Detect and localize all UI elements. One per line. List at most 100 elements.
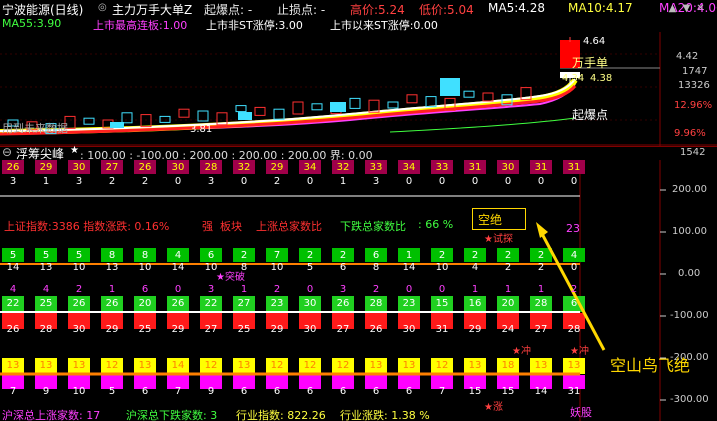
row2-value: 0 xyxy=(306,176,314,187)
row4-value: 2 xyxy=(438,250,446,261)
row2-value: 0 xyxy=(471,176,479,187)
axis-label-200: 200.00 xyxy=(672,184,707,195)
row8-value: 13 xyxy=(534,360,548,371)
row5-value: 1 xyxy=(537,284,545,295)
row4-value: 4 xyxy=(570,250,578,261)
row5-value: 4 xyxy=(42,284,50,295)
row5-value: 3 xyxy=(207,284,215,295)
row1-value: 34 xyxy=(303,162,317,173)
row6-value: 27 xyxy=(237,298,251,309)
row5-value: 1 xyxy=(108,284,116,295)
row4-value: 2 xyxy=(504,250,512,261)
row1-value: 32 xyxy=(336,162,350,173)
axis-label-minus100: -100.00 xyxy=(670,310,709,321)
kongjue-label: 空绝 xyxy=(478,213,503,227)
row4-value: 4 xyxy=(174,250,182,261)
row4-value: 2 xyxy=(240,250,248,261)
row8-value: 12 xyxy=(336,360,350,371)
row1-value: 26 xyxy=(6,162,20,173)
row8-value: 13 xyxy=(468,360,482,371)
row2-value: 0 xyxy=(504,176,512,187)
row7-value: 30 xyxy=(72,324,86,335)
row7-value: 27 xyxy=(336,324,350,335)
row7-value: 28 xyxy=(567,324,581,335)
row8-value: 12 xyxy=(270,360,284,371)
row8-value: 13 xyxy=(369,360,383,371)
row1-value: 31 xyxy=(567,162,581,173)
zhang-label: ★涨 xyxy=(484,402,503,413)
row3-value: 2 xyxy=(537,262,545,273)
row9-value: 6 xyxy=(273,386,281,397)
row6-value: 28 xyxy=(369,298,383,309)
row7-value: 31 xyxy=(435,324,449,335)
row5-value: 2 xyxy=(75,284,83,295)
row6-value: 28 xyxy=(534,298,548,309)
row9-value: 7 xyxy=(9,386,17,397)
row9-value: 9 xyxy=(42,386,50,397)
row3-value: 10 xyxy=(138,262,152,273)
ratio-pct-label: : 66 % xyxy=(418,218,454,231)
row7-value: 30 xyxy=(402,324,416,335)
row9-value: 6 xyxy=(240,386,248,397)
row8-value: 14 xyxy=(171,360,185,371)
row9-value: 7 xyxy=(174,386,182,397)
row8-value: 12 xyxy=(435,360,449,371)
row1-value: 27 xyxy=(105,162,119,173)
row6-value: 20 xyxy=(501,298,515,309)
row9-value: 6 xyxy=(372,386,380,397)
row6-value: 15 xyxy=(435,298,449,309)
row2-value: 3 xyxy=(9,176,17,187)
row4-value: 2 xyxy=(471,250,479,261)
row2-value: 3 xyxy=(372,176,380,187)
qiang-label: 强 xyxy=(202,220,213,233)
row5-value: 6 xyxy=(141,284,149,295)
row7-value: 25 xyxy=(237,324,251,335)
row2-value: 0 xyxy=(174,176,182,187)
row3-value: 8 xyxy=(372,262,380,273)
row9-value: 6 xyxy=(141,386,149,397)
row7-value: 27 xyxy=(204,324,218,335)
row7-value: 30 xyxy=(303,324,317,335)
row8-value: 13 xyxy=(237,360,251,371)
row5-value: 1 xyxy=(471,284,479,295)
row7-value: 28 xyxy=(39,324,53,335)
row9-value: 7 xyxy=(438,386,446,397)
row9-value: 31 xyxy=(567,386,581,397)
row6-value: 22 xyxy=(6,298,20,309)
row6-value: 30 xyxy=(303,298,317,309)
row9-value: 6 xyxy=(306,386,314,397)
row7-value: 27 xyxy=(534,324,548,335)
row5-value: 3 xyxy=(339,284,347,295)
industry-change: 行业涨跌: 1.38 % xyxy=(340,409,430,421)
row3-value: 13 xyxy=(39,262,53,273)
row7-value: 29 xyxy=(105,324,119,335)
row8-value: 12 xyxy=(105,360,119,371)
row6-value: 6 xyxy=(570,298,578,309)
row5-value: 0 xyxy=(438,284,446,295)
row8-value: 13 xyxy=(39,360,53,371)
chong-label-1: ★冲 xyxy=(512,346,531,357)
row9-value: 15 xyxy=(501,386,515,397)
row1-value: 34 xyxy=(402,162,416,173)
row9-value: 14 xyxy=(534,386,548,397)
row3-value: 13 xyxy=(105,262,119,273)
row7-value: 25 xyxy=(138,324,152,335)
row1-value: 32 xyxy=(237,162,251,173)
row1-value: 28 xyxy=(204,162,218,173)
row4-value: 2 xyxy=(537,250,545,261)
row1-value: 26 xyxy=(138,162,152,173)
row2-value: 2 xyxy=(108,176,116,187)
row2-value: 0 xyxy=(537,176,545,187)
row1-value: 29 xyxy=(39,162,53,173)
row4-value: 8 xyxy=(108,250,116,261)
row5-value: 2 xyxy=(273,284,281,295)
row2-value: 0 xyxy=(240,176,248,187)
row6-value: 23 xyxy=(270,298,284,309)
row9-value: 6 xyxy=(405,386,413,397)
row6-value: 26 xyxy=(336,298,350,309)
row1-value: 29 xyxy=(270,162,284,173)
row3-value: 10 xyxy=(435,262,449,273)
row8-value: 12 xyxy=(303,360,317,371)
value-23: 23 xyxy=(566,222,580,235)
row2-value: 1 xyxy=(339,176,347,187)
